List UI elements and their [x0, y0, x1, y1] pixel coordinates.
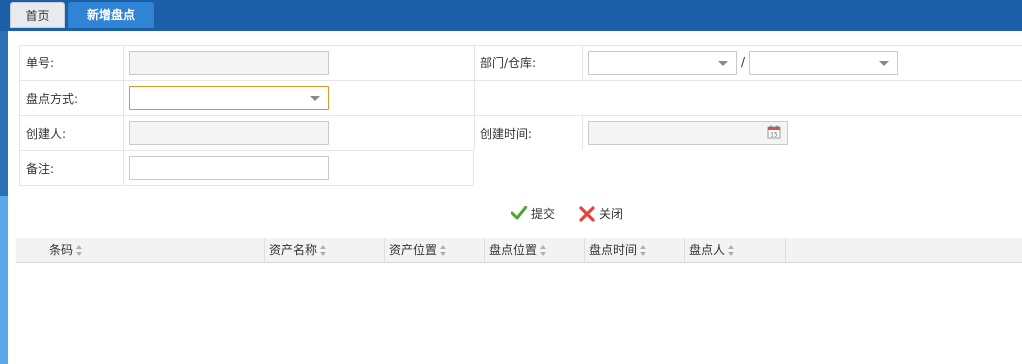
- remark-field[interactable]: [129, 156, 329, 180]
- submit-label: 提交: [531, 207, 556, 221]
- remark-label: 备注:: [26, 162, 55, 176]
- dept-select[interactable]: [588, 51, 737, 75]
- form-col-divider-3: [582, 45, 583, 80]
- column-header-asset-name-label: 资产名称: [269, 243, 318, 257]
- submit-button[interactable]: 提交: [511, 205, 571, 223]
- close-icon: [579, 206, 595, 222]
- dept-warehouse-separator: /: [741, 55, 746, 69]
- close-label: 关闭: [599, 207, 624, 221]
- top-tab-bar: 首页 新增盘点: [0, 0, 1022, 31]
- created-time-label: 创建时间:: [480, 127, 533, 141]
- form-col-divider-4: [582, 115, 583, 150]
- column-header-inventory-person-label: 盘点人: [689, 243, 726, 257]
- warehouse-select[interactable]: [749, 51, 898, 75]
- chevron-down-icon: [879, 61, 889, 66]
- method-select[interactable]: [129, 86, 329, 110]
- sort-icon: [728, 245, 735, 256]
- close-button[interactable]: 关闭: [579, 205, 639, 223]
- column-header-inventory-location-label: 盘点位置: [489, 243, 538, 257]
- sort-icon: [76, 245, 83, 256]
- sort-icon: [320, 245, 327, 256]
- sort-icon: [640, 245, 647, 256]
- column-header-inventory-time-label: 盘点时间: [589, 243, 638, 257]
- column-header-barcode[interactable]: 条码: [16, 238, 265, 262]
- sort-icon: [540, 245, 547, 256]
- order-no-label: 单号:: [26, 56, 55, 70]
- tab-home[interactable]: 首页: [10, 2, 65, 28]
- sort-icon: [440, 245, 447, 256]
- left-side-strip-accent: [0, 196, 8, 364]
- asset-table-body: [16, 263, 1022, 333]
- asset-table-header: 条码 资产名称 资产位置 盘点位置 盘点时间 盘点人: [16, 238, 1022, 263]
- form-col-divider-1: [123, 45, 124, 186]
- column-header-inventory-person[interactable]: 盘点人: [685, 238, 786, 262]
- column-header-asset-location-label: 资产位置: [389, 243, 438, 257]
- dept-warehouse-label: 部门/仓库:: [480, 56, 537, 70]
- column-header-asset-location[interactable]: 资产位置: [385, 238, 485, 262]
- creator-label: 创建人:: [26, 127, 67, 141]
- left-side-strip: [0, 31, 8, 364]
- created-time-field[interactable]: 15: [588, 121, 788, 145]
- chevron-down-icon: [718, 61, 728, 66]
- checkmark-icon: [511, 206, 527, 220]
- form-col-divider-2: [474, 45, 475, 150]
- method-label: 盘点方式:: [26, 92, 79, 106]
- creator-field[interactable]: [129, 121, 329, 145]
- calendar-day-number: 15: [770, 132, 778, 139]
- column-header-asset-name[interactable]: 资产名称: [265, 238, 385, 262]
- chevron-down-icon: [310, 96, 320, 101]
- column-header-barcode-label: 条码: [49, 243, 74, 257]
- order-no-field[interactable]: [129, 51, 329, 75]
- column-header-inventory-location[interactable]: 盘点位置: [485, 238, 585, 262]
- column-header-inventory-time[interactable]: 盘点时间: [585, 238, 685, 262]
- calendar-icon[interactable]: 15: [767, 125, 781, 139]
- tab-new-inventory[interactable]: 新增盘点: [68, 2, 154, 28]
